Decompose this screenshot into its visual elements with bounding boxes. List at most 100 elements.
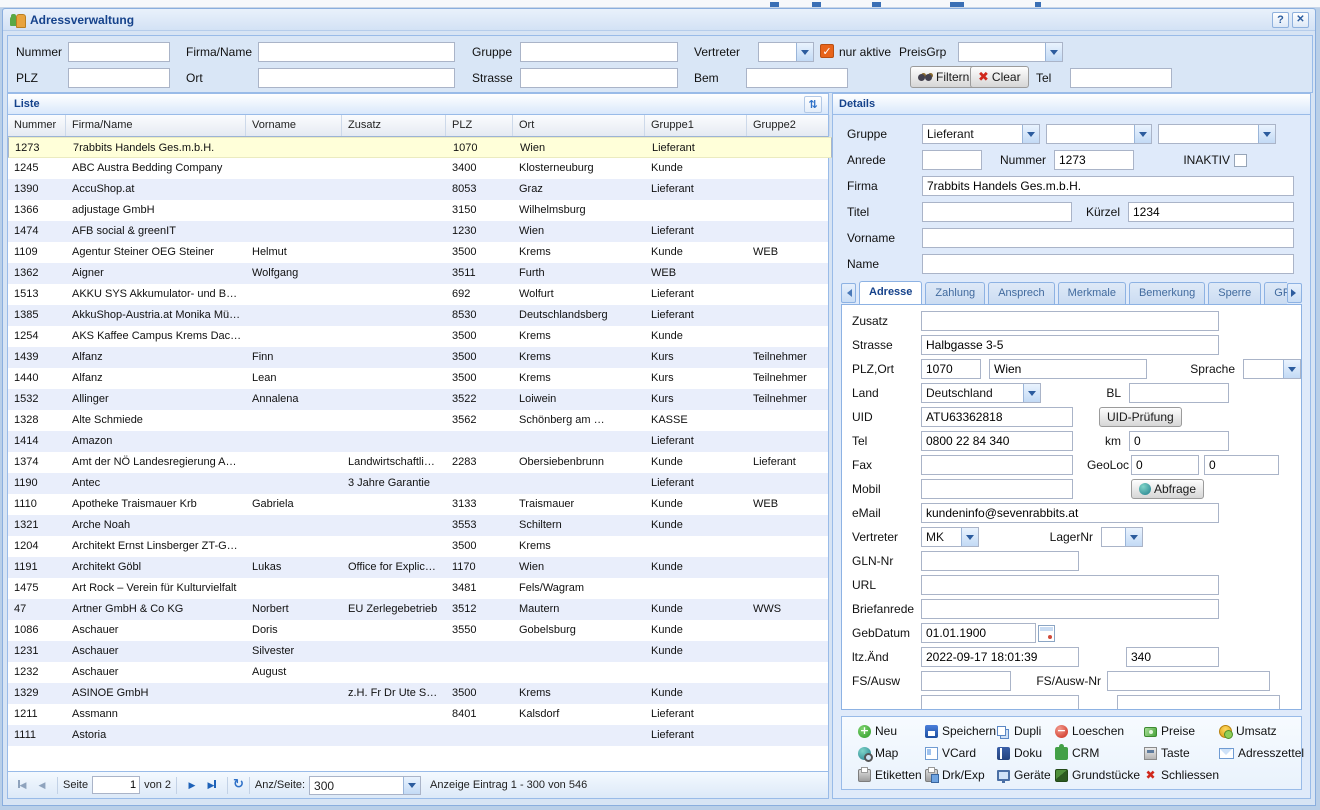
tab-sperre[interactable]: Sperre — [1208, 282, 1261, 304]
tab-scroll-left-icon[interactable] — [841, 283, 856, 303]
table-row[interactable]: 1204Architekt Ernst Linsberger ZT-G…3500… — [8, 536, 828, 557]
chevron-down-icon[interactable] — [1023, 384, 1040, 402]
fax-input[interactable] — [921, 455, 1073, 475]
chevron-down-icon[interactable] — [1283, 360, 1300, 378]
clear-button[interactable]: ✖ Clear — [970, 66, 1029, 88]
ort-input[interactable] — [989, 359, 1147, 379]
filter-bem-input[interactable] — [746, 68, 848, 88]
window-titlebar[interactable]: Adressverwaltung ? ✕ — [3, 9, 1315, 31]
inaktiv-checkbox[interactable] — [1234, 154, 1247, 167]
etiketten-button[interactable]: Etiketten — [858, 768, 925, 782]
briefanrede-input[interactable] — [921, 599, 1219, 619]
column-header-firma-name[interactable]: Firma/Name — [66, 115, 246, 136]
filter-firma-input[interactable] — [258, 42, 455, 62]
chevron-down-icon[interactable] — [1022, 125, 1039, 143]
anrede-input[interactable] — [922, 150, 982, 170]
email-input[interactable] — [921, 503, 1219, 523]
table-row[interactable]: 1231AschauerSilvesterKunde — [8, 641, 828, 662]
column-header-nummer[interactable]: Nummer — [8, 115, 66, 136]
tab-bemerkung[interactable]: Bemerkung — [1129, 282, 1205, 304]
table-row[interactable]: 1385AkkuShop-Austria.at Monika Mü…8530De… — [8, 305, 828, 326]
table-row[interactable]: 1109Agentur Steiner OEG SteinerHelmut350… — [8, 242, 828, 263]
table-row[interactable]: 1329ASINOE GmbHz.H. Fr Dr Ute S…3500Krem… — [8, 683, 828, 704]
table-row[interactable]: 1086AschauerDoris3550GobelsburgKunde — [8, 620, 828, 641]
adresszettel-button[interactable]: Adresszettel — [1219, 746, 1304, 760]
table-row[interactable]: 1232AschauerAugust — [8, 662, 828, 683]
prev-page-button[interactable]: ◀ — [34, 777, 50, 793]
table-row[interactable]: 1513AKKU SYS Akkumulator- und B…692Wolfu… — [8, 284, 828, 305]
name-input[interactable] — [922, 254, 1294, 274]
last-page-button[interactable]: ▶ — [204, 777, 220, 793]
gebdatum-input[interactable] — [921, 623, 1036, 643]
table-row[interactable]: 1191Architekt GöblLukasOffice for Explic… — [8, 557, 828, 578]
help-button[interactable]: ? — [1272, 12, 1289, 28]
table-row[interactable]: 1245ABC Austra Bedding Company3400Kloste… — [8, 158, 828, 179]
anz-seite-select[interactable]: 300 — [309, 776, 421, 795]
table-row[interactable]: 1328Alte Schmiede3562Schönberg am …KASSE — [8, 410, 828, 431]
land-select[interactable]: Deutschland — [921, 383, 1041, 403]
column-header-gruppe1[interactable]: Gruppe1 — [645, 115, 747, 136]
table-row[interactable]: 1190Antec3 Jahre GarantieLieferant — [8, 473, 828, 494]
preise-button[interactable]: Preise — [1144, 724, 1219, 738]
filtern-button[interactable]: Filtern — [910, 66, 977, 88]
table-row[interactable]: 1321Arche Noah3553SchilternKunde — [8, 515, 828, 536]
table-row[interactable]: 12737rabbits Handels Ges.m.b.H.1070WienL… — [8, 137, 828, 158]
filter-gruppe-input[interactable] — [520, 42, 678, 62]
gruppe3-select[interactable] — [1158, 124, 1276, 144]
doku-button[interactable]: Doku — [997, 746, 1055, 760]
umsatz-button[interactable]: Umsatz — [1219, 724, 1301, 738]
filter-vertreter-select[interactable] — [758, 42, 814, 62]
fsauswnr-input[interactable] — [1107, 671, 1270, 691]
lagernr-select[interactable] — [1101, 527, 1143, 547]
sprache-select[interactable] — [1243, 359, 1301, 379]
sort-toggle-icon[interactable]: ⇅ — [804, 96, 822, 113]
grundst-cke-button[interactable]: Grundstücke — [1055, 768, 1144, 782]
strasse-input[interactable] — [921, 335, 1219, 355]
table-row[interactable]: 1439AlfanzFinn3500KremsKursTeilnehmer — [8, 347, 828, 368]
dupli-button[interactable]: Dupli — [997, 724, 1055, 738]
chevron-down-icon[interactable] — [1125, 528, 1142, 546]
vertreter-select[interactable]: MK — [921, 527, 979, 547]
geoloc-lat-input[interactable] — [1131, 455, 1199, 475]
refresh-icon[interactable]: ↻ — [233, 777, 244, 793]
tel-input[interactable] — [921, 431, 1073, 451]
speichern-button[interactable]: Speichern — [925, 724, 997, 738]
table-row[interactable]: 47Artner GmbH & Co KGNorbertEU Zerlegebe… — [8, 599, 828, 620]
uid-input[interactable] — [921, 407, 1073, 427]
url-input[interactable] — [921, 575, 1219, 595]
next-page-button[interactable]: ▶ — [184, 777, 200, 793]
nummer-input[interactable] — [1054, 150, 1134, 170]
nur-aktive-checkbox[interactable]: ✓ — [820, 44, 834, 58]
column-header-ort[interactable]: Ort — [513, 115, 645, 136]
column-header-vorname[interactable]: Vorname — [246, 115, 342, 136]
clipped-input-2[interactable] — [1117, 695, 1280, 710]
gruppe1-select[interactable]: Lieferant — [922, 124, 1040, 144]
table-row[interactable]: 1414AmazonLieferant — [8, 431, 828, 452]
tab-merkmale[interactable]: Merkmale — [1058, 282, 1126, 304]
page-input[interactable] — [92, 776, 140, 794]
table-row[interactable]: 1440AlfanzLean3500KremsKursTeilnehmer — [8, 368, 828, 389]
zusatz-input[interactable] — [921, 311, 1219, 331]
vcard-button[interactable]: VCard — [925, 746, 997, 760]
vorname-input[interactable] — [922, 228, 1294, 248]
uid-pruefung-button[interactable]: UID-Prüfung — [1099, 407, 1182, 427]
table-row[interactable]: 1374Amt der NÖ Landesregierung A…Landwir… — [8, 452, 828, 473]
geoloc-lon-input[interactable] — [1204, 455, 1279, 475]
drk-exp-button[interactable]: Drk/Exp — [925, 768, 997, 782]
gln-input[interactable] — [921, 551, 1079, 571]
first-page-button[interactable]: ◀ — [14, 777, 30, 793]
table-row[interactable]: 1111AstoriaLieferant — [8, 725, 828, 746]
tab-zahlung[interactable]: Zahlung — [925, 282, 985, 304]
gruppe2-select[interactable] — [1046, 124, 1152, 144]
column-header-zusatz[interactable]: Zusatz — [342, 115, 446, 136]
firma-input[interactable] — [922, 176, 1294, 196]
table-row[interactable]: 1474AFB social & greenIT1230WienLieferan… — [8, 221, 828, 242]
chevron-down-icon[interactable] — [961, 528, 978, 546]
table-row[interactable]: 1211Assmann8401KalsdorfLieferant — [8, 704, 828, 725]
chevron-down-icon[interactable] — [403, 777, 420, 794]
column-header-gruppe2[interactable]: Gruppe2 — [747, 115, 830, 136]
map-button[interactable]: Map — [858, 746, 925, 760]
titel-input[interactable] — [922, 202, 1072, 222]
neu-button[interactable]: Neu — [858, 724, 925, 738]
chevron-down-icon[interactable] — [1258, 125, 1275, 143]
